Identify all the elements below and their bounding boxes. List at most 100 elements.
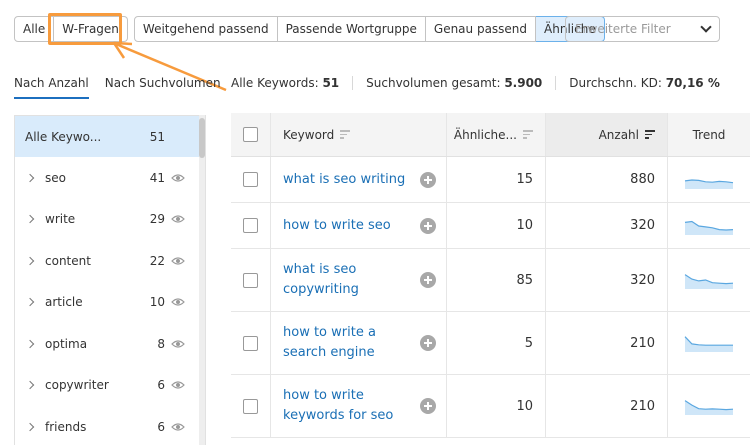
chevron-right-icon[interactable] bbox=[25, 173, 35, 182]
group-item-friends[interactable]: friends 6 bbox=[15, 406, 205, 445]
chevron-right-icon[interactable] bbox=[25, 381, 35, 390]
chevron-right-icon[interactable] bbox=[25, 339, 35, 348]
row-checkbox[interactable] bbox=[243, 272, 258, 288]
row-checkbox[interactable] bbox=[243, 218, 258, 233]
row-checkbox-cell bbox=[231, 157, 271, 202]
trend-cell bbox=[668, 157, 750, 202]
keyword-cell: how to write keywords for seo bbox=[271, 375, 447, 437]
table-row: how to write a search engine 5 210 bbox=[231, 312, 750, 375]
grouping-tabs: Nach Anzahl Nach Suchvolumen bbox=[14, 76, 237, 99]
count-cell: 320 bbox=[546, 203, 668, 248]
eye-icon[interactable] bbox=[171, 171, 185, 185]
keyword-link[interactable]: how to write a search engine bbox=[283, 323, 408, 363]
keyword-link[interactable]: how to write seo bbox=[283, 216, 408, 236]
add-keyword-plus-icon[interactable] bbox=[420, 272, 436, 288]
similar-cell: 5 bbox=[447, 312, 546, 374]
trend-sparkline bbox=[684, 178, 734, 189]
eye-icon[interactable] bbox=[171, 212, 185, 226]
tab-by-volume[interactable]: Nach Suchvolumen bbox=[105, 76, 221, 99]
stat-total-volume: Suchvolumen gesamt: 5.900 bbox=[352, 76, 555, 90]
sparkline-area bbox=[685, 221, 733, 235]
add-keyword-plus-icon[interactable] bbox=[420, 217, 436, 234]
column-header-count[interactable]: Anzahl bbox=[546, 113, 668, 156]
group-item-write[interactable]: write 29 bbox=[15, 199, 205, 241]
sort-icon[interactable] bbox=[340, 129, 351, 140]
filter-broad-match-button[interactable]: Weitgehend passend bbox=[133, 16, 278, 42]
row-checkbox-cell bbox=[231, 203, 271, 248]
count-cell: 880 bbox=[546, 157, 668, 202]
table-body: what is seo writing 15 880 how to write … bbox=[231, 157, 750, 438]
filter-phrase-match-button[interactable]: Passende Wortgruppe bbox=[277, 16, 426, 42]
count-cell: 320 bbox=[546, 249, 668, 311]
keyword-table: Keyword Ähnliche... Anzahl Trend what is… bbox=[231, 113, 750, 438]
advanced-filters-placeholder: Erweiterte Filter bbox=[575, 22, 671, 36]
table-row: how to write keywords for seo 10 210 bbox=[231, 375, 750, 438]
chevron-down-icon bbox=[700, 21, 712, 33]
column-header-keyword[interactable]: Keyword bbox=[271, 113, 447, 156]
keyword-link[interactable]: what is seo copywriting bbox=[283, 260, 408, 300]
row-checkbox-cell bbox=[231, 375, 271, 437]
chevron-right-icon[interactable] bbox=[25, 422, 35, 431]
trend-sparkline bbox=[684, 336, 733, 352]
sparkline-area bbox=[685, 400, 733, 415]
sort-icon[interactable] bbox=[523, 129, 533, 140]
trend-cell bbox=[668, 375, 750, 437]
keyword-cell: what is seo copywriting bbox=[271, 249, 447, 311]
eye-icon[interactable] bbox=[171, 337, 185, 351]
row-checkbox[interactable] bbox=[243, 335, 258, 351]
sidebar-scrollbar[interactable] bbox=[199, 115, 205, 445]
row-checkbox[interactable] bbox=[243, 172, 258, 187]
filter-exact-match-button[interactable]: Genau passend bbox=[425, 16, 537, 42]
group-item-optima[interactable]: optima 8 bbox=[15, 323, 205, 365]
eye-icon[interactable] bbox=[171, 295, 185, 309]
count-cell: 210 bbox=[546, 312, 668, 374]
select-all-cell bbox=[231, 113, 271, 156]
table-row: what is seo copywriting 85 320 bbox=[231, 249, 750, 312]
keyword-cell: what is seo writing bbox=[271, 157, 447, 202]
chevron-right-icon[interactable] bbox=[25, 298, 35, 307]
advanced-filters-dropdown[interactable]: Erweiterte Filter bbox=[565, 16, 720, 42]
group-item-article[interactable]: article 10 bbox=[15, 282, 205, 324]
add-keyword-plus-icon[interactable] bbox=[420, 398, 436, 414]
similar-cell: 10 bbox=[447, 375, 546, 437]
sort-descending-icon[interactable] bbox=[645, 129, 655, 140]
keyword-cell: how to write seo bbox=[271, 203, 447, 248]
column-header-similar[interactable]: Ähnliche... bbox=[447, 113, 546, 156]
table-row: what is seo writing 15 880 bbox=[231, 157, 750, 203]
trend-sparkline bbox=[684, 400, 734, 415]
keyword-link[interactable]: what is seo writing bbox=[283, 170, 408, 190]
similar-cell: 15 bbox=[447, 157, 546, 202]
group-item-all[interactable]: Alle Keywo... 51 bbox=[15, 116, 205, 157]
add-keyword-plus-icon[interactable] bbox=[420, 171, 436, 188]
chevron-right-icon[interactable] bbox=[25, 256, 35, 265]
trend-cell bbox=[668, 312, 750, 374]
eye-icon[interactable] bbox=[171, 378, 185, 392]
eye-icon[interactable] bbox=[171, 254, 185, 268]
select-all-checkbox[interactable] bbox=[243, 127, 258, 142]
eye-icon[interactable] bbox=[171, 420, 185, 434]
tab-by-count[interactable]: Nach Anzahl bbox=[14, 76, 89, 99]
keyword-cell: how to write a search engine bbox=[271, 312, 447, 374]
trend-cell bbox=[668, 249, 750, 311]
group-item-content[interactable]: content 22 bbox=[15, 240, 205, 282]
summary-stats: Alle Keywords: 51 Suchvolumen gesamt: 5.… bbox=[231, 76, 733, 90]
table-row: how to write seo 10 320 bbox=[231, 203, 750, 249]
stat-all-keywords: Alle Keywords: 51 bbox=[231, 76, 340, 90]
row-checkbox-cell bbox=[231, 249, 271, 311]
add-keyword-plus-icon[interactable] bbox=[420, 335, 436, 351]
table-header: Keyword Ähnliche... Anzahl Trend bbox=[231, 113, 750, 157]
column-header-trend: Trend bbox=[692, 127, 726, 142]
trend-sparkline bbox=[684, 274, 734, 289]
similar-cell: 85 bbox=[447, 249, 546, 311]
sidebar-scrollbar-thumb[interactable] bbox=[199, 118, 205, 158]
sparkline-line bbox=[684, 336, 733, 346]
group-item-copywriter[interactable]: copywriter 6 bbox=[15, 365, 205, 407]
keyword-link[interactable]: how to write keywords for seo bbox=[283, 386, 408, 426]
row-checkbox-cell bbox=[231, 312, 271, 374]
row-checkbox[interactable] bbox=[243, 398, 258, 414]
similar-cell: 10 bbox=[447, 203, 546, 248]
count-cell: 210 bbox=[546, 375, 668, 437]
group-item-seo[interactable]: seo 41 bbox=[15, 157, 205, 199]
chevron-right-icon[interactable] bbox=[25, 215, 35, 224]
trend-sparkline bbox=[684, 220, 734, 235]
